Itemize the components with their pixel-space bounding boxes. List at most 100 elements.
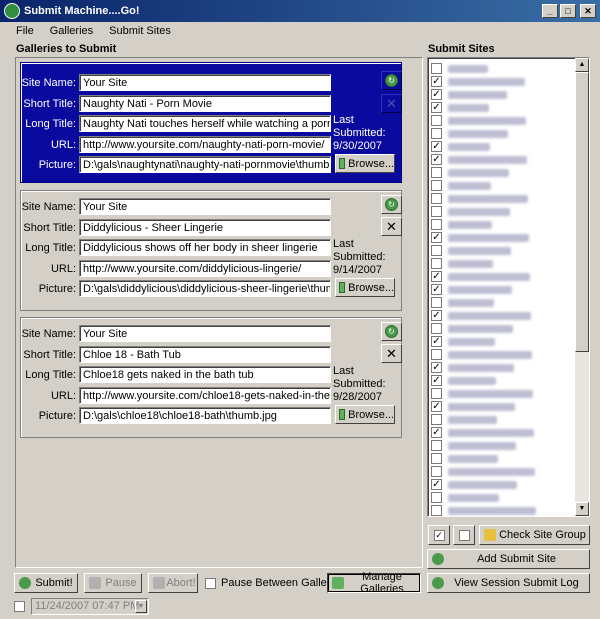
site-checkbox[interactable]: ✓	[431, 401, 442, 412]
url-field[interactable]: http://www.yoursite.com/chloe18-gets-nak…	[79, 387, 331, 404]
site-list-item[interactable]: ✓	[431, 140, 490, 153]
site-list-item[interactable]	[431, 491, 499, 504]
site-checkbox[interactable]: ✓	[431, 336, 442, 347]
site-checkbox[interactable]	[431, 388, 442, 399]
abort-button[interactable]: Abort!	[148, 573, 198, 593]
check-site-group-button[interactable]: Check Site Group	[479, 525, 590, 545]
site-list-item[interactable]	[431, 504, 536, 517]
site-list-item[interactable]: ✓	[431, 426, 534, 439]
site-checkbox[interactable]	[431, 115, 442, 126]
site-checkbox[interactable]: ✓	[431, 154, 442, 165]
site-checkbox[interactable]	[431, 167, 442, 178]
gallery-card[interactable]: Site Name: Your Site Short Title: Chloe …	[20, 317, 402, 438]
sites-scrollbar[interactable]: ▲ ▼	[575, 58, 589, 516]
pause-button[interactable]: Pause	[84, 573, 142, 593]
site-checkbox[interactable]	[431, 323, 442, 334]
browse-button[interactable]: Browse...	[335, 405, 395, 424]
long-title-field[interactable]: Chloe18 gets naked in the bath tub	[79, 366, 331, 383]
scroll-up-arrow[interactable]: ▲	[575, 58, 589, 72]
site-list-item[interactable]	[431, 296, 494, 309]
submit-sites-list[interactable]: ✓ ✓ ✓ ✓ ✓ ✓ ✓ ✓ ✓ ✓ ✓ ✓ ✓ ✓ ✓ ▲ ▼	[427, 57, 590, 517]
site-list-item[interactable]: ✓	[431, 283, 512, 296]
site-checkbox[interactable]	[431, 128, 442, 139]
site-checkbox[interactable]	[431, 245, 442, 256]
manage-galleries-button[interactable]: Manage Galleries	[327, 571, 421, 595]
site-checkbox[interactable]	[431, 297, 442, 308]
gallery-card[interactable]: Site Name: Your Site Short Title: Naught…	[20, 62, 402, 183]
site-list-item[interactable]	[431, 218, 492, 231]
site-list-item[interactable]	[431, 413, 497, 426]
site-checkbox[interactable]	[431, 466, 442, 477]
site-list-item[interactable]: ✓	[431, 270, 530, 283]
site-checkbox[interactable]: ✓	[431, 271, 442, 282]
site-list-item[interactable]: ✓	[431, 75, 525, 88]
site-list-item[interactable]: ✓	[431, 153, 527, 166]
site-list-item[interactable]: ✓	[431, 309, 531, 322]
site-checkbox[interactable]: ✓	[431, 232, 442, 243]
browse-button[interactable]: Browse...	[335, 278, 395, 297]
long-title-field[interactable]: Diddylicious shows off her body in sheer…	[79, 239, 331, 256]
site-checkbox[interactable]	[431, 349, 442, 360]
site-checkbox[interactable]	[431, 63, 442, 74]
add-submit-site-button[interactable]: Add Submit Site	[427, 549, 590, 569]
schedule-datetime-picker[interactable]: 11/24/2007 07:47 PM ▼	[31, 598, 149, 615]
site-name-field[interactable]: Your Site	[79, 74, 331, 91]
site-list-item[interactable]	[431, 114, 526, 127]
site-list-item[interactable]: ✓	[431, 478, 517, 491]
site-checkbox[interactable]	[431, 193, 442, 204]
site-list-item[interactable]: ✓	[431, 335, 495, 348]
menu-submit-sites[interactable]: Submit Sites	[101, 25, 179, 37]
site-list-item[interactable]: ✓	[431, 400, 515, 413]
remove-gallery-button[interactable]: ✕	[381, 94, 402, 113]
short-title-field[interactable]: Chloe 18 - Bath Tub	[79, 346, 331, 363]
site-checkbox[interactable]: ✓	[431, 362, 442, 373]
menu-file[interactable]: File	[8, 25, 42, 37]
scroll-thumb[interactable]	[575, 72, 589, 352]
site-list-item[interactable]	[431, 205, 510, 218]
menu-galleries[interactable]: Galleries	[42, 25, 101, 37]
site-checkbox[interactable]	[431, 492, 442, 503]
site-checkbox[interactable]	[431, 414, 442, 425]
gallery-card[interactable]: Site Name: Your Site Short Title: Diddyl…	[20, 190, 402, 311]
site-checkbox[interactable]: ✓	[431, 310, 442, 321]
picture-field[interactable]: D:\gals\naughtynati\naughty-nati-pornmov…	[79, 156, 331, 173]
chevron-down-icon[interactable]: ▼	[135, 600, 147, 613]
remove-gallery-button[interactable]: ✕	[381, 217, 402, 236]
submit-gallery-button[interactable]: ↻	[381, 322, 402, 341]
site-list-item[interactable]	[431, 166, 509, 179]
site-checkbox[interactable]	[431, 180, 442, 191]
site-list-item[interactable]	[431, 387, 533, 400]
site-list-item[interactable]	[431, 127, 508, 140]
short-title-field[interactable]: Diddylicious - Sheer Lingerie	[79, 219, 331, 236]
site-list-item[interactable]	[431, 179, 491, 192]
site-checkbox[interactable]	[431, 505, 442, 516]
picture-field[interactable]: D:\gals\diddylicious\diddylicious-sheer-…	[79, 280, 331, 297]
view-log-button[interactable]: View Session Submit Log	[427, 573, 590, 593]
site-checkbox[interactable]	[431, 206, 442, 217]
minimize-button[interactable]: _	[542, 4, 558, 18]
submit-gallery-button[interactable]: ↻	[381, 195, 402, 214]
site-list-item[interactable]: ✓	[431, 231, 529, 244]
site-list-item[interactable]: ✓	[431, 361, 514, 374]
site-list-item[interactable]	[431, 465, 535, 478]
site-list-item[interactable]	[431, 348, 532, 361]
site-list-item[interactable]	[431, 439, 516, 452]
site-list-item[interactable]	[431, 192, 528, 205]
uncheck-all-button[interactable]	[453, 525, 475, 545]
site-list-item[interactable]	[431, 257, 493, 270]
browse-button[interactable]: Browse...	[335, 154, 395, 173]
remove-gallery-button[interactable]: ✕	[381, 344, 402, 363]
site-checkbox[interactable]: ✓	[431, 89, 442, 100]
picture-field[interactable]: D:\gals\chloe18\chloe18-bath\thumb.jpg	[79, 407, 331, 424]
pause-between-galleries-option[interactable]: Pause Between Galleries	[205, 577, 345, 589]
site-checkbox[interactable]: ✓	[431, 375, 442, 386]
maximize-button[interactable]: □	[560, 4, 576, 18]
url-field[interactable]: http://www.yoursite.com/naughty-nati-por…	[79, 136, 331, 153]
check-all-button[interactable]: ✓	[428, 525, 450, 545]
site-list-item[interactable]: ✓	[431, 101, 489, 114]
site-name-field[interactable]: Your Site	[79, 325, 331, 342]
schedule-option[interactable]	[14, 601, 30, 612]
site-list-item[interactable]	[431, 62, 488, 75]
url-field[interactable]: http://www.yoursite.com/diddylicious-lin…	[79, 260, 331, 277]
site-checkbox[interactable]: ✓	[431, 284, 442, 295]
